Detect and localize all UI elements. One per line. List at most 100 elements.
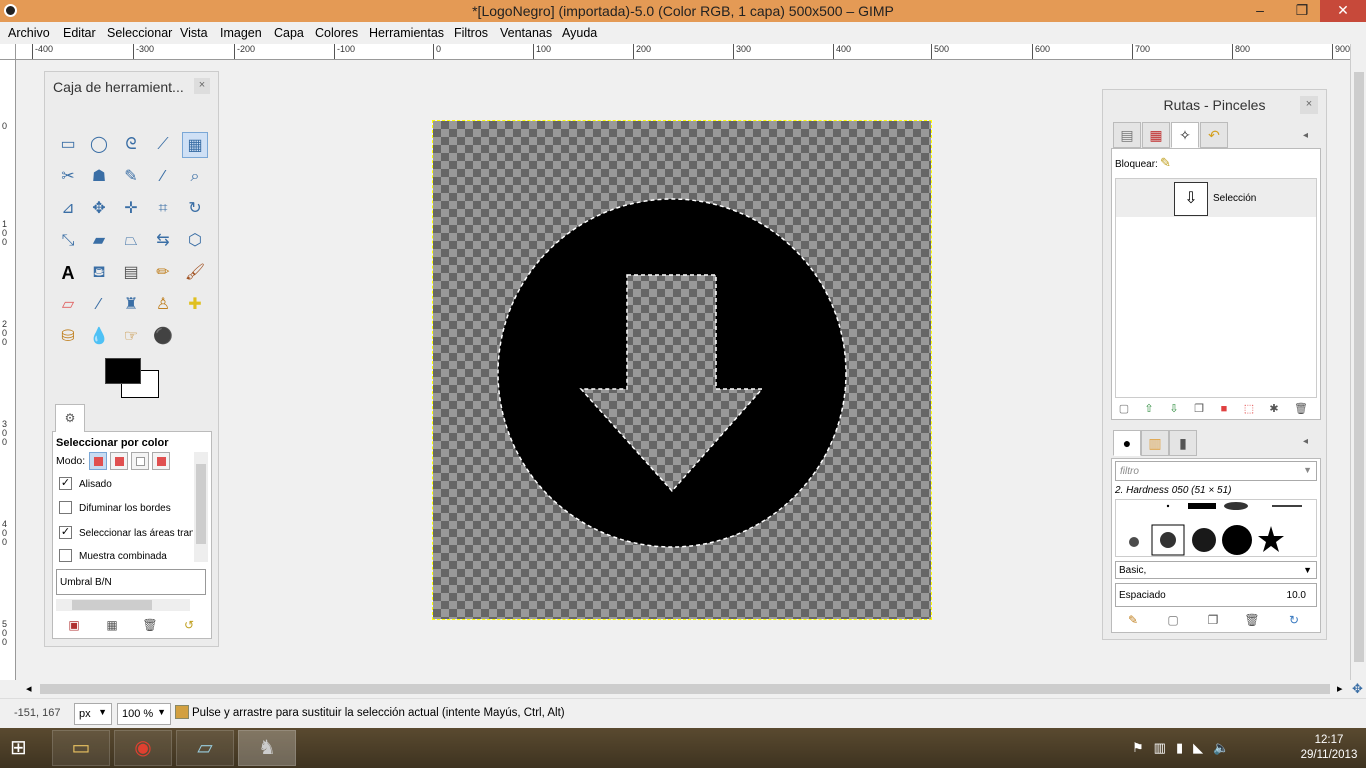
bucket-fill-icon[interactable]: ⛾ [86,260,112,286]
scissors-icon[interactable]: ✂ [55,164,81,190]
heal-icon[interactable]: ✚ [182,292,208,318]
wifi-icon[interactable]: ◣ [1193,740,1213,755]
paths-icon[interactable]: ✎ [118,164,144,190]
selection-to-path-icon[interactable]: ⬚ [1241,401,1257,417]
delete-brush-icon[interactable]: 🗑 [1243,611,1261,629]
menu-seleccionar[interactable]: Seleccionar [107,26,172,40]
foreground-select-icon[interactable]: ☗ [86,164,112,190]
shear-icon[interactable]: ▰ [86,228,112,254]
delete-options-icon[interactable]: 🗑 [141,616,159,634]
restore-options-icon[interactable]: ▦ [103,616,121,634]
path-row[interactable]: ⇩ Selección [1116,179,1316,217]
patterns-tab-icon[interactable]: ▥ [1141,430,1169,456]
color-swatches[interactable] [105,358,165,400]
mode-intersect-button[interactable] [152,452,170,470]
feather-checkbox[interactable] [59,501,72,514]
scrollbar-thumb[interactable] [40,684,1330,694]
notepad-icon[interactable]: ▱ [176,730,234,766]
unit-select[interactable]: px ▼ [74,703,112,725]
horizontal-scrollbar[interactable]: ◂ ▸ ✥ [0,680,1366,698]
mode-replace-button[interactable] [89,452,107,470]
battery-icon[interactable]: ▮ [1176,740,1193,755]
new-brush-icon[interactable]: ▢ [1164,611,1182,629]
color-picker-icon[interactable]: ⁄ [150,164,176,190]
lower-path-icon[interactable]: ⇩ [1166,401,1182,417]
file-explorer-icon[interactable]: ▭ [52,730,110,766]
menu-imagen[interactable]: Imagen [220,26,262,40]
chevron-down-icon[interactable]: ▼ [98,707,107,717]
mode-add-button[interactable] [110,452,128,470]
sample-merged-checkbox[interactable] [59,549,72,562]
paintbrush-icon[interactable]: 🖌 [182,260,208,286]
vertical-scrollbar[interactable] [1350,44,1366,680]
paths-tab-icon[interactable]: ✧ [1171,122,1199,148]
scrollbar-thumb[interactable] [1354,72,1364,662]
measure-icon[interactable]: ⊿ [55,196,81,222]
path-to-selection-icon[interactable]: ■ [1216,401,1232,417]
select-transparent-checkbox[interactable]: ✓ [59,526,72,539]
delete-path-icon[interactable]: 🗑 [1293,401,1309,417]
network-icon[interactable]: ▥ [1154,740,1176,755]
ellipse-select-icon[interactable]: ◯ [86,132,112,158]
raise-path-icon[interactable]: ⇧ [1141,401,1157,417]
brushes-menu-icon[interactable]: ◂ [1303,436,1308,447]
duplicate-path-icon[interactable]: ❐ [1191,401,1207,417]
chevron-down-icon[interactable]: ▼ [1303,465,1312,475]
close-button[interactable]: ✕ [1320,0,1366,22]
undo-history-tab-icon[interactable]: ↶ [1200,122,1228,148]
rect-select-icon[interactable]: ▭ [55,132,81,158]
clone-icon[interactable]: ♙ [150,292,176,318]
lasso-icon[interactable]: ᘓ [118,132,144,158]
windows-start-icon[interactable]: ⊞ [10,737,38,759]
duplicate-brush-icon[interactable]: ❐ [1204,611,1222,629]
scroll-left-icon[interactable]: ◂ [26,682,32,695]
fuzzy-select-icon[interactable]: ⟋ [150,132,176,158]
brush-grid[interactable] [1115,499,1317,557]
clock[interactable]: 12:17 29/11/2013 [1296,733,1362,763]
airbrush-icon[interactable]: ⁄ [86,292,112,318]
zoom-icon[interactable]: ⌕ [182,164,208,190]
menu-ayuda[interactable]: Ayuda [562,26,597,40]
reset-options-icon[interactable]: ↺ [180,616,198,634]
flag-icon[interactable]: ⚑ [1132,740,1154,755]
scale-icon[interactable]: ⤡ [55,228,81,254]
threshold-slider[interactable]: Umbral B/N [56,569,206,595]
layers-tab-icon[interactable]: ▤ [1113,122,1141,148]
scrollbar-thumb[interactable] [72,600,152,610]
lock-icon[interactable]: ✎ [1160,155,1171,171]
rotate-icon[interactable]: ↻ [182,196,208,222]
select-by-color-icon[interactable]: ▦ [182,132,208,158]
perspective-icon[interactable]: ⏢ [118,228,144,254]
zoom-select[interactable]: 100 % ▼ [117,703,171,725]
pencil-icon[interactable]: ✏ [150,260,176,286]
image-canvas[interactable] [432,120,932,620]
brush-preset-select[interactable]: Basic, ▼ [1115,561,1317,579]
text-tool-icon[interactable]: A [55,260,81,286]
system-tray[interactable]: ⚑▥▮◣🔈 [1132,740,1239,756]
eraser-icon[interactable]: ▱ [55,292,81,318]
ink-icon[interactable]: ♜ [118,292,144,318]
save-options-icon[interactable]: ▣ [65,616,83,634]
menu-herramientas[interactable]: Herramientas [369,26,444,40]
channels-tab-icon[interactable]: ▦ [1142,122,1170,148]
chevron-down-icon[interactable]: ▼ [157,707,166,717]
dock-close-button[interactable]: × [1300,96,1318,114]
tool-options-tab-icon[interactable]: ⚙ [55,404,85,432]
brush-filter-input[interactable]: filtro ▼ [1115,461,1317,481]
new-path-icon[interactable]: ▢ [1116,401,1132,417]
menu-archivo[interactable]: Archivo [8,26,50,40]
vertical-ruler[interactable]: 0 1 0 0 2 0 0 3 0 0 4 0 0 5 0 0 [0,60,16,680]
perspective-clone-icon[interactable]: ⛁ [55,324,81,350]
smudge-icon[interactable]: ☞ [118,324,144,350]
mode-subtract-button[interactable] [131,452,149,470]
toolbox-close-button[interactable]: × [194,78,210,94]
options-vertical-scrollbar[interactable] [194,452,208,562]
cage-transform-icon[interactable]: ⬡ [182,228,208,254]
brushes-tab-icon[interactable]: ● [1113,430,1141,456]
menu-ventanas[interactable]: Ventanas [500,26,552,40]
refresh-brushes-icon[interactable]: ↻ [1285,611,1303,629]
dodge-burn-icon[interactable]: ⚫ [150,324,176,350]
crop-icon[interactable]: ⌗ [150,196,176,222]
gimp-taskbar-icon[interactable]: ♞ [238,730,296,766]
volume-icon[interactable]: 🔈 [1213,740,1239,755]
